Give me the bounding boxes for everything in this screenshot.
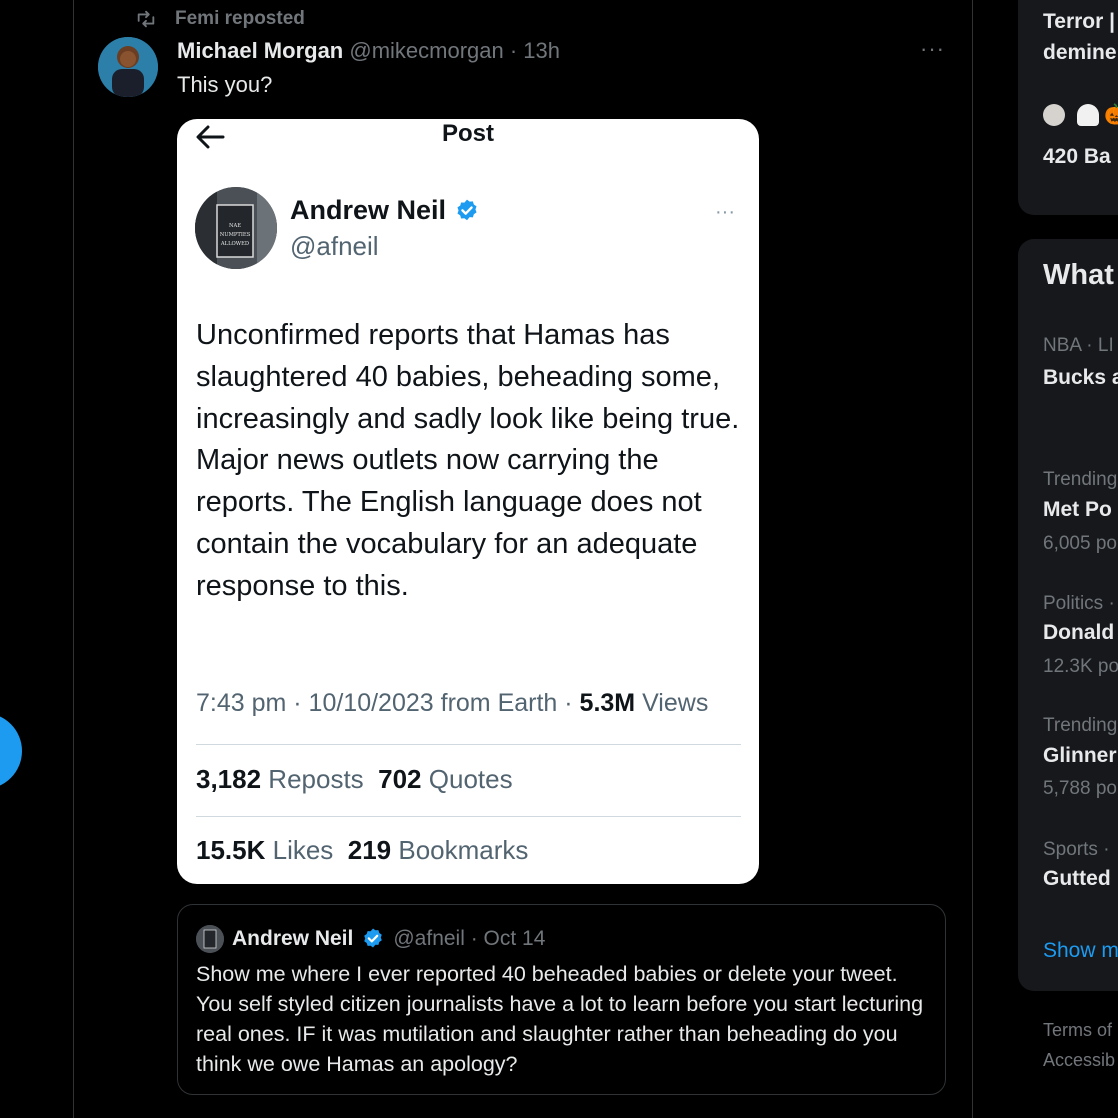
views-count: 5.3M xyxy=(579,689,636,717)
stats-divider-top xyxy=(196,744,741,745)
trend-top-emoji-row: 🎃 xyxy=(1043,102,1118,127)
post-timestamp: 7:43 pm · 10/10/2023 from Earth · xyxy=(196,689,580,717)
whats-happening-heading: What xyxy=(1043,259,1114,291)
trend-1-title[interactable]: Bucks a xyxy=(1043,366,1118,390)
embedded-author-avatar: NAE NUMPTIES ALLOWED xyxy=(195,187,277,269)
reposts-count: 3,182 xyxy=(196,764,262,794)
show-more-link[interactable]: Show m xyxy=(1043,939,1118,963)
embedded-more-icon: ··· xyxy=(715,201,735,223)
quoted-tweet-text: Show me where I ever reported 40 beheade… xyxy=(196,962,924,1076)
trend-2-title[interactable]: Met Po xyxy=(1043,498,1112,522)
likes-bookmarks-row: 15.5K Likes 219 Bookmarks xyxy=(196,835,528,866)
ghost-icon xyxy=(1076,103,1099,126)
trend-3-title[interactable]: Donald xyxy=(1043,621,1114,645)
timeline-left-border xyxy=(73,0,74,1118)
quotes-count: 702 xyxy=(378,764,422,794)
author-name[interactable]: Michael Morgan xyxy=(177,38,343,63)
trend-3-count: 12.3K po xyxy=(1043,656,1118,677)
pumpkin-icon: 🎃 xyxy=(1104,104,1118,126)
embedded-post-meta: 7:43 pm · 10/10/2023 from Earth · 5.3M V… xyxy=(196,689,708,718)
quoted-author-handle-time: @afneil · Oct 14 xyxy=(393,927,546,950)
footer-accessibility-link[interactable]: Accessib xyxy=(1043,1050,1115,1071)
trend-4-title[interactable]: Glinner xyxy=(1043,744,1117,768)
quoted-author-avatar xyxy=(196,925,224,953)
verified-badge-icon xyxy=(457,199,477,220)
reposts-quotes-row: 3,182 Reposts 702 Quotes xyxy=(196,764,513,795)
trend-4-count: 5,788 po xyxy=(1043,778,1117,799)
tweet-header: Michael Morgan @mikecmorgan · 13h xyxy=(177,38,560,64)
embedded-author-name-row: Andrew Neil xyxy=(290,195,480,226)
trend-4-category: Trending xyxy=(1043,715,1118,736)
svg-text:NAE: NAE xyxy=(229,223,241,229)
footer-terms-link[interactable]: Terms of xyxy=(1043,1020,1112,1041)
trend-1-category: NBA · LI xyxy=(1043,335,1114,356)
bookmarks-count: 219 xyxy=(347,835,392,865)
post-header-title: Post xyxy=(441,120,494,147)
embedded-author-handle: @afneil xyxy=(290,231,379,261)
trend-top-line2: demine xyxy=(1043,41,1117,64)
quoted-tweet[interactable]: Andrew Neil @afneil · Oct 14 Show me whe… xyxy=(177,904,946,1095)
likes-count: 15.5K xyxy=(196,835,266,865)
quoted-author-name: Andrew Neil xyxy=(232,927,354,950)
more-options-button[interactable]: ··· xyxy=(920,36,945,62)
quoted-tweet-header: Andrew Neil @afneil · Oct 14 xyxy=(196,925,545,953)
repost-indicator: Femi reposted xyxy=(135,8,305,30)
svg-text:NUMPTIES: NUMPTIES xyxy=(220,232,251,238)
quotes-label: Quotes xyxy=(421,764,513,794)
author-handle-time[interactable]: @mikecmorgan · 13h xyxy=(349,38,560,63)
trend-3-category: Politics · xyxy=(1043,593,1115,614)
bookmarks-label: Bookmarks xyxy=(391,835,529,865)
compose-post-button[interactable] xyxy=(0,713,22,789)
repost-icon xyxy=(135,8,157,30)
repost-label[interactable]: Femi reposted xyxy=(175,8,305,30)
reposts-label: Reposts xyxy=(261,764,364,794)
sidebar-trend-card-top[interactable]: Terror | demine 🎃 420 Ba xyxy=(1018,0,1118,215)
ghost-face-icon xyxy=(1043,103,1065,126)
timeline-right-border xyxy=(972,0,973,1118)
tweet-text: This you? xyxy=(177,72,273,97)
whats-happening-card: What NBA · LI Bucks a Trending Met Po 6,… xyxy=(1018,239,1118,991)
author-avatar[interactable] xyxy=(98,37,158,97)
verified-badge-icon xyxy=(364,928,383,948)
trend-2-category: Trending xyxy=(1043,469,1118,490)
embedded-post-text: Unconfirmed reports that Hamas has slaug… xyxy=(196,319,740,602)
stats-divider-bottom xyxy=(196,816,741,817)
likes-label: Likes xyxy=(265,835,334,865)
embedded-author-name: Andrew Neil xyxy=(290,195,447,225)
views-label: Views xyxy=(635,689,709,717)
trend-top-line1: Terror | xyxy=(1043,10,1116,33)
trend-top-title: 420 Ba xyxy=(1043,145,1111,168)
svg-text:ALLOWED: ALLOWED xyxy=(220,241,249,247)
trend-5-category: Sports · xyxy=(1043,839,1110,860)
trend-5-title[interactable]: Gutted xyxy=(1043,867,1111,891)
attached-image[interactable]: Post NAE NUMPTIES ALLOWED Andrew Neil @a… xyxy=(177,119,759,884)
trend-2-count: 6,005 po xyxy=(1043,533,1117,554)
